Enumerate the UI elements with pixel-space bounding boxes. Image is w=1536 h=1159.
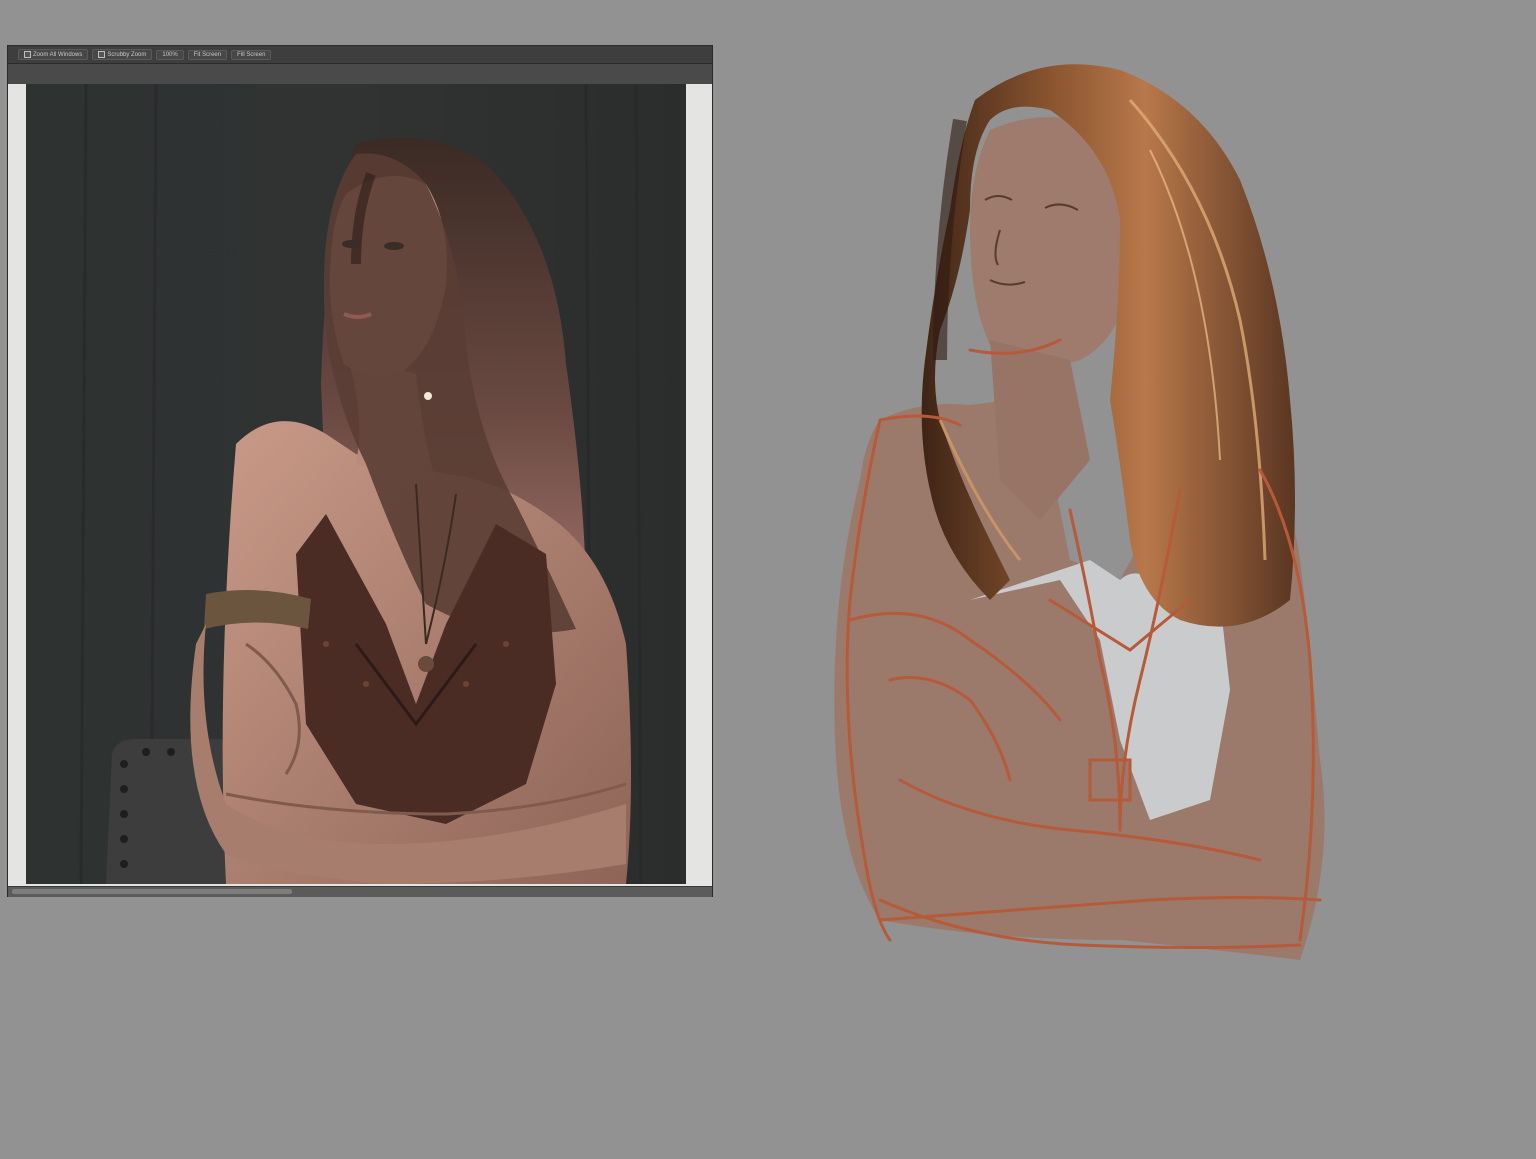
app-root: { "options_bar": { "zoom_all_windows": "… [0,0,1536,1159]
checkbox-icon [98,51,106,58]
fit-screen-button[interactable]: Fit Screen [187,49,228,60]
zoom-all-windows-checkbox[interactable]: Zoom All Windows [18,49,89,60]
scrubby-zoom-checkbox[interactable]: Scrubby Zoom [92,49,153,60]
zoom-options-bar: Zoom All Windows Scrubby Zoom 100% Fit S… [8,46,712,64]
scrollbar-thumb[interactable] [12,889,292,894]
zoom-100-button[interactable]: 100% [156,49,184,60]
document-canvas[interactable] [8,84,712,886]
reference-photo-window[interactable]: Zoom All Windows Scrubby Zoom 100% Fit S… [8,46,712,897]
reference-photo [26,84,686,884]
document-tab-bar [8,64,712,85]
horizontal-scrollbar[interactable] [8,886,712,897]
hair-mass [921,64,1295,627]
fill-screen-button[interactable]: Fill Screen [231,49,272,60]
checkbox-icon [24,51,31,58]
digital-painting-canvas[interactable] [820,40,1340,990]
